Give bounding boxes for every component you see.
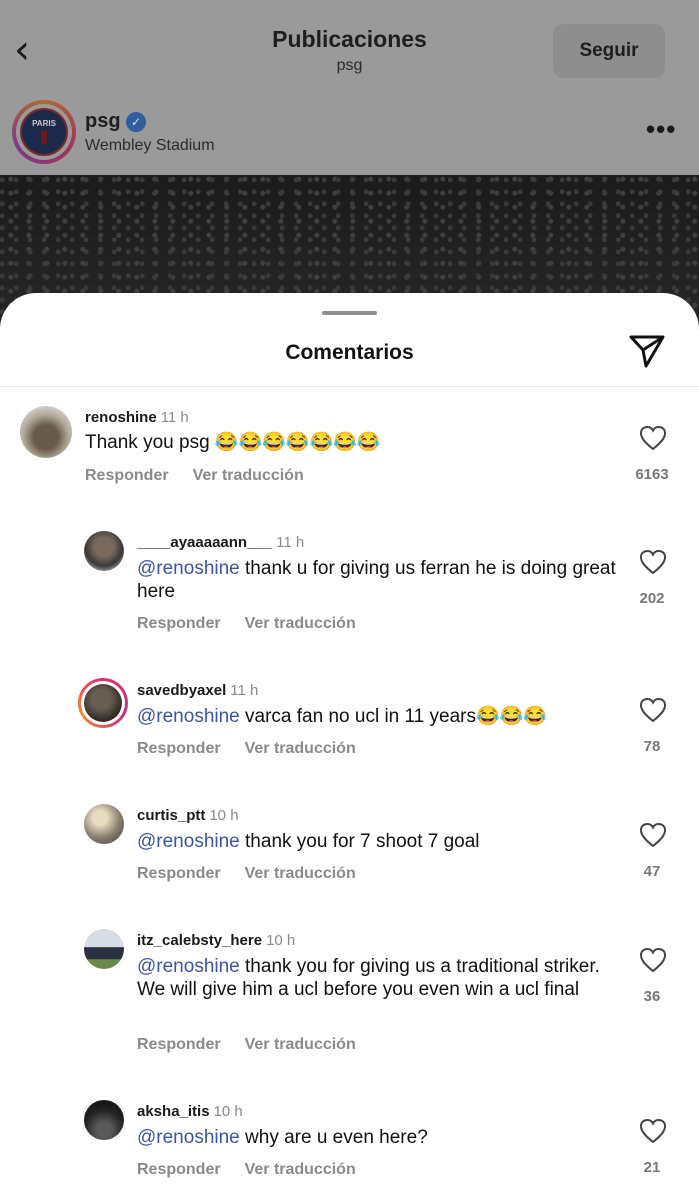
reply-button[interactable]: Responder [137, 865, 221, 882]
follow-button[interactable]: Seguir [553, 24, 665, 78]
comment-text: @renoshine varca fan no ucl in 11 years😂… [137, 706, 547, 727]
comment-item: savedbyaxel 11 h @renoshine varca fan no … [0, 677, 699, 777]
comment-text: @renoshine thank u for giving us ferran … [137, 558, 616, 602]
translate-button[interactable]: Ver traducción [245, 1036, 356, 1053]
like-count: 36 [643, 988, 661, 1005]
psg-logo: PARIS [20, 108, 68, 156]
reply-button[interactable]: Responder [137, 1161, 221, 1178]
sheet-title: Comentarios [285, 341, 414, 364]
post-header: PARIS psg ✓ Wembley Stadium ••• [0, 92, 699, 174]
reply-button[interactable]: Responder [137, 615, 221, 632]
account-username[interactable]: psg [85, 110, 121, 133]
comment-mention[interactable]: @renoshine [137, 956, 240, 977]
comment-time: 10 h [209, 807, 239, 824]
comment-actions: Responder Ver traducción [137, 865, 380, 883]
like-count: 21 [643, 1159, 661, 1176]
top-bar: ‹ Publicaciones psg Seguir [0, 0, 699, 90]
comment-username[interactable]: savedbyaxel 11 h [137, 682, 258, 699]
heart-icon[interactable] [639, 549, 667, 575]
commenter-avatar[interactable] [20, 406, 72, 458]
translate-button[interactable]: Ver traducción [245, 615, 356, 632]
commenter-avatar[interactable] [84, 531, 124, 571]
heart-icon[interactable] [639, 822, 667, 848]
comment-text: @renoshine thank you for giving us a tra… [137, 956, 600, 1000]
comment-username[interactable]: aksha_itis 10 h [137, 1103, 243, 1120]
heart-icon[interactable] [639, 697, 667, 723]
comment-item: curtis_ptt 10 h @renoshine thank you for … [0, 802, 699, 902]
post-location[interactable]: Wembley Stadium [85, 137, 215, 155]
reply-button[interactable]: Responder [85, 467, 169, 484]
account-avatar[interactable]: PARIS [12, 100, 76, 164]
heart-icon[interactable] [639, 947, 667, 973]
verified-badge-icon: ✓ [126, 112, 146, 132]
comment-item: renoshine 11 h Thank you psg 😂😂😂😂😂😂😂 Resp… [0, 403, 699, 503]
like-count: 47 [643, 863, 661, 880]
heart-icon[interactable] [639, 1118, 667, 1144]
comment-text: @renoshine why are u even here? [137, 1127, 428, 1148]
comment-username[interactable]: itz_calebsty_here 10 h [137, 932, 295, 949]
comment-time: 11 h [230, 682, 259, 699]
translate-button[interactable]: Ver traducción [245, 740, 356, 757]
comment-item: aksha_itis 10 h @renoshine why are u even… [0, 1098, 699, 1198]
commenter-avatar[interactable] [84, 804, 124, 844]
comment-mention[interactable]: @renoshine [137, 831, 240, 852]
commenter-avatar[interactable] [84, 929, 124, 969]
comment-mention[interactable]: @renoshine [137, 558, 240, 579]
comment-username[interactable]: curtis_ptt 10 h [137, 807, 239, 824]
commenter-avatar[interactable] [78, 678, 128, 728]
comment-time: 10 h [266, 932, 296, 949]
more-horizontal-icon[interactable]: ••• [646, 114, 676, 145]
comment-actions: Responder Ver traducción [85, 467, 328, 485]
reply-button[interactable]: Responder [137, 740, 221, 757]
like-count: 202 [639, 590, 665, 607]
like-count: 6163 [635, 466, 669, 483]
comment-item: ____ayaaaaann___ 11 h @renoshine thank u … [0, 529, 699, 639]
comment-time: 11 h [276, 534, 305, 551]
comment-actions: Responder Ver traducción [137, 615, 380, 633]
comment-time: 11 h [160, 409, 189, 426]
reply-button[interactable]: Responder [137, 1036, 221, 1053]
translate-button[interactable]: Ver traducción [245, 1161, 356, 1178]
comment-mention[interactable]: @renoshine [137, 706, 240, 727]
comment-username[interactable]: renoshine 11 h [85, 409, 189, 426]
divider [0, 386, 699, 387]
sheet-drag-handle[interactable] [322, 311, 377, 315]
comments-sheet: Comentarios renoshine 11 h Thank you psg … [0, 293, 699, 1200]
like-count: 78 [643, 738, 661, 755]
comment-actions: Responder Ver traducción [137, 740, 380, 758]
heart-icon[interactable] [639, 425, 667, 451]
translate-button[interactable]: Ver traducción [193, 467, 304, 484]
comment-username[interactable]: ____ayaaaaann___ 11 h [137, 534, 304, 551]
comment-actions: Responder Ver traducción [137, 1036, 380, 1054]
translate-button[interactable]: Ver traducción [245, 865, 356, 882]
comment-actions: Responder Ver traducción [137, 1161, 380, 1179]
paper-plane-icon[interactable] [628, 333, 666, 369]
comment-time: 10 h [213, 1103, 243, 1120]
comment-text: @renoshine thank you for 7 shoot 7 goal [137, 831, 480, 852]
comment-mention[interactable]: @renoshine [137, 1127, 240, 1148]
comment-item: itz_calebsty_here 10 h @renoshine thank y… [0, 927, 699, 1067]
commenter-avatar[interactable] [84, 1100, 124, 1140]
comment-text: Thank you psg 😂😂😂😂😂😂😂 [85, 432, 381, 453]
